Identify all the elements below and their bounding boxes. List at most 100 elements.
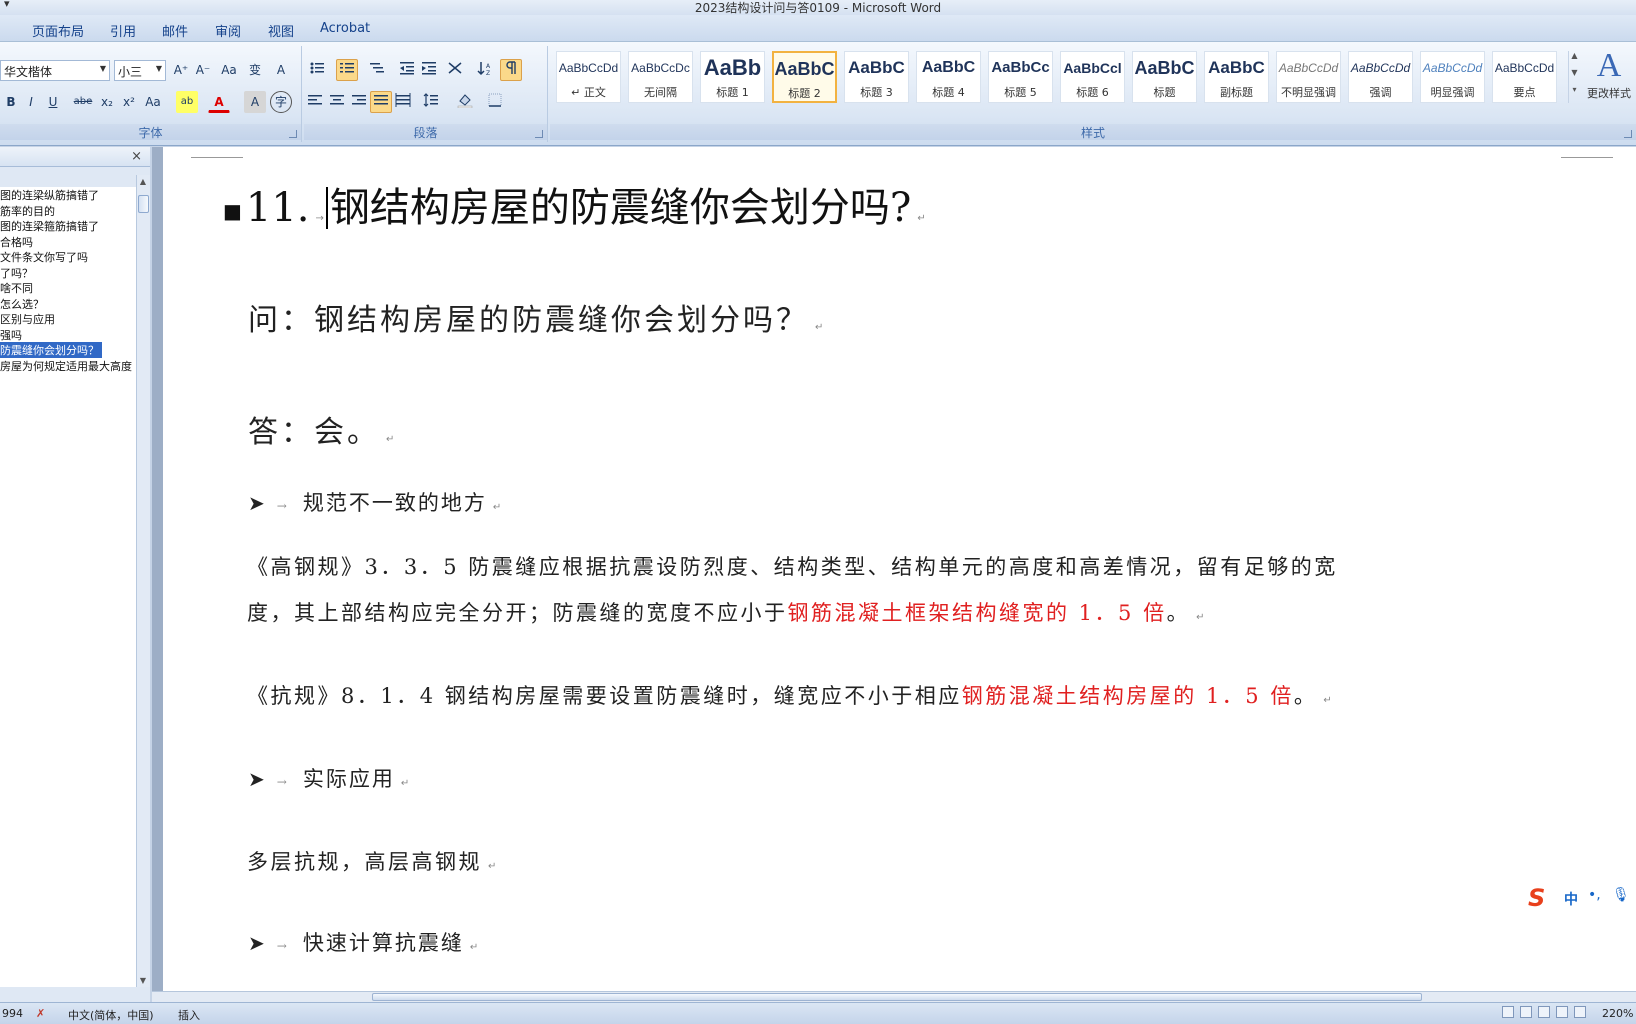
microphone-icon[interactable]: 🎙 <box>1612 887 1630 903</box>
tab-view[interactable]: 视图 <box>268 21 294 40</box>
full-screen-icon[interactable] <box>1520 1006 1532 1018</box>
style-gallery-item[interactable]: AaBbC 标题 3 <box>844 51 909 103</box>
enclose-char-button[interactable]: 字 <box>270 91 292 113</box>
bullet-item-practice[interactable]: ➤ → 实际应用 ↵ <box>248 763 411 793</box>
web-layout-icon[interactable] <box>1538 1006 1550 1018</box>
tab-acrobat[interactable]: Acrobat <box>320 21 370 36</box>
align-left-icon[interactable] <box>304 91 326 113</box>
answer-paragraph[interactable]: 答：会。 ↵ <box>248 407 397 451</box>
phonetic-guide-button[interactable]: 变 <box>244 59 266 81</box>
gallery-up-icon[interactable]: ▲ <box>1569 51 1580 68</box>
style-gallery-item[interactable]: AaBbCcDd 要点 <box>1492 51 1557 103</box>
highlight-button[interactable]: ab <box>176 91 198 113</box>
tab-page-layout[interactable]: 页面布局 <box>32 21 84 40</box>
clear-format-button[interactable]: Aa <box>218 59 240 81</box>
document-map-item[interactable]: 啥不同 <box>0 280 33 296</box>
print-layout-icon[interactable] <box>1502 1006 1514 1018</box>
document-map-item[interactable]: 图的连梁纵筋搞错了 <box>0 187 99 203</box>
ime-mode-toggle[interactable]: 中 <box>1564 889 1578 909</box>
char-border-button[interactable]: A <box>270 59 292 81</box>
document-map-item[interactable]: 房屋为何规定适用最大高度 <box>0 358 132 374</box>
document-map-item[interactable]: 了吗？ <box>0 265 33 281</box>
style-gallery-item[interactable]: AaBbC 标题 4 <box>916 51 981 103</box>
line-spacing-icon[interactable] <box>420 91 442 113</box>
scroll-thumb[interactable] <box>372 993 1422 1001</box>
bullets-icon[interactable] <box>306 59 328 81</box>
close-icon[interactable]: × <box>131 149 142 164</box>
show-marks-icon[interactable] <box>500 59 522 81</box>
subscript-button[interactable]: x₂ <box>96 91 118 113</box>
numbering-icon[interactable] <box>336 59 358 81</box>
punctuation-toggle[interactable]: •, <box>1588 887 1601 903</box>
gallery-down-icon[interactable]: ▼ <box>1569 68 1580 85</box>
char-shading-button[interactable]: A <box>244 91 266 113</box>
superscript-button[interactable]: x² <box>118 91 140 113</box>
document-map-item[interactable]: 区别与应用 <box>0 311 55 327</box>
increase-indent-icon[interactable] <box>418 59 440 81</box>
scroll-thumb[interactable] <box>138 195 149 213</box>
bullet-item-quick-calc[interactable]: ➤ → 快速计算抗震缝 ↵ <box>248 927 480 957</box>
gallery-more-icon[interactable]: ▾ <box>1569 85 1580 102</box>
document-map-item[interactable]: 筋率的目的 <box>0 203 55 219</box>
chinese-layout-icon[interactable] <box>444 59 466 81</box>
scroll-up-icon[interactable]: ▲ <box>137 177 149 186</box>
change-case-button[interactable]: Aa <box>142 91 164 113</box>
italic-button[interactable]: I <box>20 91 42 113</box>
style-gallery-item[interactable]: AaBbCc 标题 5 <box>988 51 1053 103</box>
document-map-item[interactable]: 文件条文你写了吗 <box>0 249 88 265</box>
paragraph-gaogangui[interactable]: 《高钢规》3．3．5 防震缝应根据抗震设防烈度、结构类型、结构单元的高度和高差情… <box>247 544 1338 641</box>
sort-icon[interactable]: AZ <box>474 59 496 81</box>
shading-icon[interactable] <box>454 91 476 113</box>
horizontal-scrollbar[interactable] <box>152 991 1636 1002</box>
font-size-combo[interactable]: 小三 ▼ <box>114 60 166 81</box>
paragraph-dialog-launcher-icon[interactable] <box>535 130 543 138</box>
paragraph-kanggui[interactable]: 《抗规》8．1．4 钢结构房屋需要设置防震缝时，缝宽应不小于相应钢筋混凝土结构房… <box>247 673 1334 724</box>
align-center-icon[interactable] <box>326 91 348 113</box>
nav-scrollbar[interactable]: ▲ ▼ <box>136 175 150 987</box>
heading-11[interactable]: ■ 11. → 钢结构房屋的防震缝你会划分吗? ↵ <box>223 175 926 233</box>
document-map-item[interactable]: 防震缝你会划分吗？ <box>0 342 102 358</box>
change-styles-button[interactable]: A 更改样式 <box>1582 47 1636 117</box>
question-paragraph[interactable]: 问：钢结构房屋的防震缝你会划分吗？ ↵ <box>248 295 826 339</box>
borders-icon[interactable] <box>484 91 506 113</box>
align-right-icon[interactable] <box>348 91 370 113</box>
tab-review[interactable]: 审阅 <box>215 21 241 40</box>
style-gallery-item[interactable]: AaBbCcDc 无间隔 <box>628 51 693 103</box>
shrink-font-button[interactable]: A⁻ <box>192 59 214 81</box>
font-color-button[interactable]: A <box>208 91 230 113</box>
decrease-indent-icon[interactable] <box>396 59 418 81</box>
outline-icon[interactable] <box>1556 1006 1568 1018</box>
document-map-item[interactable]: 强吗 <box>0 327 22 343</box>
style-gallery-item[interactable]: AaBbCcl 标题 6 <box>1060 51 1125 103</box>
status-page[interactable]: 994 <box>2 1007 23 1020</box>
proofing-error-icon[interactable]: ✗ <box>36 1007 45 1020</box>
distributed-icon[interactable] <box>392 91 414 113</box>
scroll-down-icon[interactable]: ▼ <box>137 976 149 985</box>
document-map-item[interactable]: 合格吗 <box>0 234 33 250</box>
paragraph-practice[interactable]: 多层抗规，高层高钢规 ↵ <box>247 839 499 890</box>
bullet-item-inconsistency[interactable]: ➤ → 规范不一致的地方 ↵ <box>248 487 503 517</box>
style-gallery-item[interactable]: AaBbCcDd ↵ 正文 <box>556 51 621 103</box>
draft-icon[interactable] <box>1574 1006 1586 1018</box>
status-language[interactable]: 中文(简体，中国) <box>68 1007 154 1023</box>
style-gallery-item[interactable]: AaBbC 副标题 <box>1204 51 1269 103</box>
font-name-combo[interactable]: 华文楷体 ▼ <box>0 60 110 81</box>
ime-toolbar[interactable]: S 中 •, 🎙 <box>1524 883 1636 913</box>
font-dialog-launcher-icon[interactable] <box>289 130 297 138</box>
bold-button[interactable]: B <box>0 91 22 113</box>
underline-button[interactable]: U <box>42 91 64 113</box>
grow-font-button[interactable]: A⁺ <box>170 59 192 81</box>
styles-dialog-launcher-icon[interactable] <box>1624 130 1632 138</box>
style-gallery-item[interactable]: AaBbC 标题 <box>1132 51 1197 103</box>
style-gallery-item[interactable]: AaBbC 标题 2 <box>772 51 837 103</box>
tab-mailings[interactable]: 邮件 <box>162 21 188 40</box>
style-gallery-item[interactable]: AaBbCcDd 明显强调 <box>1420 51 1485 103</box>
strikethrough-button[interactable]: abe <box>72 91 94 113</box>
style-gallery-item[interactable]: AaBb 标题 1 <box>700 51 765 103</box>
style-gallery-item[interactable]: AaBbCcDd 强调 <box>1348 51 1413 103</box>
justify-icon[interactable] <box>370 91 392 113</box>
zoom-level[interactable]: 220% <box>1602 1007 1633 1020</box>
multilevel-list-icon[interactable] <box>366 59 388 81</box>
document-page[interactable]: ■ 11. → 钢结构房屋的防震缝你会划分吗? ↵ 问：钢结构房屋的防震缝你会划分吗？ ↵… <box>163 147 1636 991</box>
status-insert-mode[interactable]: 插入 <box>178 1007 200 1023</box>
